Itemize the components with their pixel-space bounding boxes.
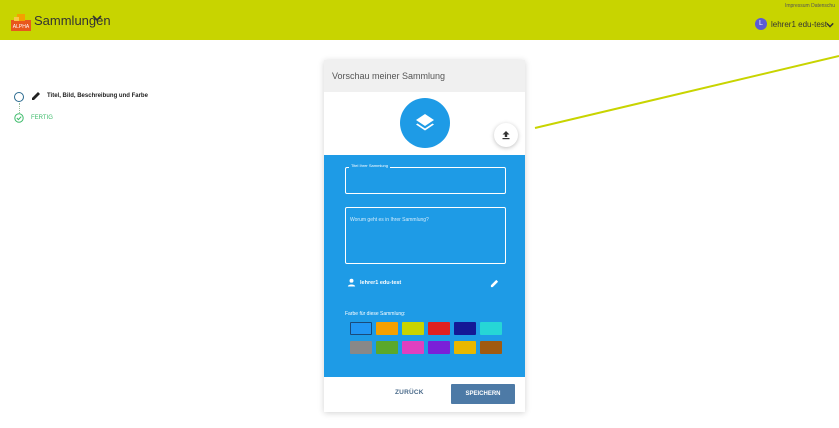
- user-avatar[interactable]: L: [755, 18, 767, 30]
- svg-text:ALPHA: ALPHA: [13, 24, 30, 30]
- collection-description-field[interactable]: Worum geht es in Ihrer Sammlung?: [345, 207, 506, 264]
- color-swatch-1[interactable]: [350, 322, 372, 335]
- imprint-links[interactable]: Impressum Datenschu: [785, 3, 835, 9]
- color-swatch-9[interactable]: [402, 341, 424, 354]
- upload-icon: [502, 131, 510, 140]
- save-button[interactable]: SPEICHERN: [451, 384, 515, 404]
- back-button[interactable]: ZURÜCK: [395, 389, 424, 396]
- collection-preview-card: Vorschau meiner Sammlung Titel Ihrer Sam…: [324, 60, 525, 412]
- step-current-circle: [14, 92, 24, 102]
- color-swatch-4[interactable]: [428, 322, 450, 335]
- color-swatch-2[interactable]: [376, 322, 398, 335]
- card-title: Vorschau meiner Sammlung: [332, 71, 446, 81]
- color-swatch-12[interactable]: [480, 341, 502, 354]
- step-connector: [19, 103, 20, 113]
- color-swatch-10[interactable]: [428, 341, 450, 354]
- card-footer: ZURÜCK SPEICHERN: [324, 377, 525, 412]
- layers-icon: [416, 114, 434, 131]
- description-placeholder: Worum geht es in Ihrer Sammlung?: [350, 217, 429, 223]
- user-menu-chevron-icon[interactable]: [826, 21, 834, 29]
- title-field-label: Titel Ihrer Sammlung: [349, 163, 390, 168]
- collection-title-field[interactable]: Titel Ihrer Sammlung: [345, 163, 506, 194]
- color-swatch-6[interactable]: [480, 322, 502, 335]
- color-swatch-8[interactable]: [376, 341, 398, 354]
- edit-pencil-icon[interactable]: [490, 279, 499, 288]
- collection-form-panel: Titel Ihrer Sammlung Worum geht es in Ih…: [324, 155, 525, 377]
- chevron-down-icon[interactable]: [92, 13, 102, 23]
- upload-image-button[interactable]: [494, 123, 518, 147]
- pencil-icon: [32, 92, 40, 100]
- user-icon: [347, 278, 356, 287]
- color-swatch-5[interactable]: [454, 322, 476, 335]
- step-label-details[interactable]: Titel, Bild, Beschreibung und Farbe: [47, 93, 148, 99]
- step-label-done[interactable]: FERTIG: [31, 115, 53, 121]
- app-logo-icon[interactable]: ALPHA: [11, 12, 31, 32]
- user-name[interactable]: lehrer1 edu-test: [771, 20, 827, 29]
- collection-owner-name: lehrer1 edu-test: [360, 280, 402, 286]
- color-swatch-7[interactable]: [350, 341, 372, 354]
- color-picker-label: Farbe für diese Sammlung:: [345, 311, 406, 317]
- collection-preview-image: [400, 98, 450, 148]
- color-swatch-11[interactable]: [454, 341, 476, 354]
- card-header: Vorschau meiner Sammlung: [324, 60, 525, 92]
- check-circle-icon: [14, 113, 24, 123]
- color-swatch-3[interactable]: [402, 322, 424, 335]
- top-bar: ALPHA Sammlungen Impressum Datenschu L l…: [0, 0, 839, 40]
